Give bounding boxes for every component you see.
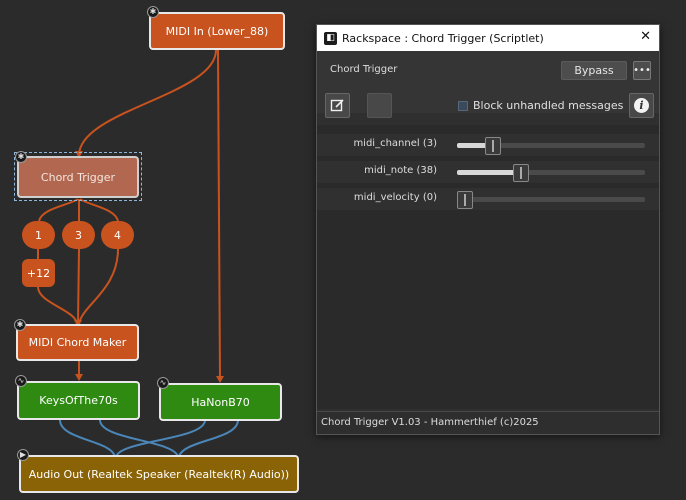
block-unhandled-label: Block unhandled messages xyxy=(473,99,624,112)
param-row: midi_note (38) xyxy=(317,161,659,183)
wire-hanon-left-to-audio-out xyxy=(115,419,206,458)
node-hanonb70[interactable]: HaNonB70 xyxy=(159,383,282,421)
plugin-window: ◧ Rackspace : Chord Trigger (Scriptlet) … xyxy=(316,24,660,435)
slider-thumb[interactable] xyxy=(457,191,473,209)
transpose-pill-3[interactable]: 3 xyxy=(62,221,95,249)
node-label: Chord Trigger xyxy=(40,170,116,184)
node-audio-out[interactable]: Audio Out (Realtek Speaker (Realtek(R) A… xyxy=(19,455,299,493)
param-row: midi_channel (3) xyxy=(317,134,659,156)
node-label: MIDI In (Lower_88) xyxy=(165,24,269,38)
plugin-gear-icon[interactable]: ✱ xyxy=(14,319,26,331)
param-slider[interactable] xyxy=(457,137,645,155)
wire-arrow-keys xyxy=(75,374,83,381)
info-button[interactable]: i xyxy=(629,93,654,118)
node-chord-trigger[interactable]: Chord Trigger xyxy=(17,156,139,198)
wire-plus12-to-chord-maker xyxy=(37,286,78,325)
wire-hanon-right-to-audio-out xyxy=(178,419,239,458)
wire-chord-trigger-to-pill-1 xyxy=(38,198,79,222)
window-title: Rackspace : Chord Trigger (Scriptlet) xyxy=(342,31,544,45)
window-titlebar[interactable]: ◧ Rackspace : Chord Trigger (Scriptlet) … xyxy=(317,25,659,51)
transpose-pill-1[interactable]: 1 xyxy=(22,221,55,249)
plugin-name: Chord Trigger xyxy=(330,64,398,75)
node-label: Audio Out (Realtek Speaker (Realtek(R) A… xyxy=(28,467,290,481)
wire-arrow-hanon xyxy=(216,376,224,383)
node-keys-of-the-70s[interactable]: KeysOfThe70s xyxy=(17,381,140,420)
wire-chord-trigger-to-pill-4 xyxy=(79,198,119,222)
instrument-waveform-icon[interactable]: ∿ xyxy=(157,377,169,389)
info-icon: i xyxy=(634,98,649,113)
plugin-header: Chord Trigger Bypass ••• Block unhandled… xyxy=(317,51,659,118)
transpose-pill-plus12[interactable]: +12 xyxy=(22,259,55,287)
block-unhandled-checkbox[interactable] xyxy=(458,101,468,111)
node-label: KeysOfThe70s xyxy=(39,394,118,407)
wire-pill-4-to-chord-maker xyxy=(78,248,119,325)
pill-label: 1 xyxy=(35,228,42,242)
param-row: midi_velocity (0) xyxy=(317,188,659,210)
param-label: midi_channel (3) xyxy=(353,138,437,149)
param-label: midi_velocity (0) xyxy=(353,192,437,203)
slider-fill xyxy=(457,170,519,175)
plugin-gear-icon[interactable]: ✱ xyxy=(147,6,159,18)
param-label: midi_note (38) xyxy=(364,165,437,176)
audio-output-icon[interactable]: ▶ xyxy=(17,449,29,461)
app-logo-icon: ◧ xyxy=(324,31,337,45)
edit-pencil-icon xyxy=(330,99,344,112)
plugin-footer: Chord Trigger V1.03 - Hammerthief (c)202… xyxy=(317,411,659,434)
node-midi-chord-maker[interactable]: MIDI Chord Maker xyxy=(16,324,139,361)
wire-pill-3-to-chord-maker xyxy=(77,248,80,325)
param-slider[interactable] xyxy=(457,191,645,209)
node-label: HaNonB70 xyxy=(191,395,250,409)
parameter-list: midi_channel (3) midi_note (38) midi_vel… xyxy=(317,125,659,409)
node-label: MIDI Chord Maker xyxy=(28,336,127,349)
blank-button[interactable] xyxy=(367,93,392,118)
node-midi-in[interactable]: MIDI In (Lower_88) xyxy=(149,12,285,50)
wire-keys-left-to-audio-out xyxy=(59,419,116,458)
close-icon[interactable]: ✕ xyxy=(640,29,651,44)
slider-thumb[interactable] xyxy=(513,164,529,182)
instrument-waveform-icon[interactable]: ∿ xyxy=(15,375,27,387)
bypass-button[interactable]: Bypass xyxy=(561,61,627,80)
more-options-button[interactable]: ••• xyxy=(633,61,651,80)
param-slider[interactable] xyxy=(457,164,645,182)
pill-label: 4 xyxy=(114,228,121,242)
pill-label: 3 xyxy=(75,228,82,242)
plugin-gear-icon[interactable]: ✱ xyxy=(15,151,27,163)
pill-label: +12 xyxy=(26,266,51,280)
wire-midi-in-to-chord-trigger xyxy=(78,49,217,156)
slider-thumb[interactable] xyxy=(485,137,501,155)
transpose-pill-4[interactable]: 4 xyxy=(101,221,134,249)
edit-script-button[interactable] xyxy=(325,93,350,118)
wire-midi-in-to-hanon xyxy=(217,49,221,381)
